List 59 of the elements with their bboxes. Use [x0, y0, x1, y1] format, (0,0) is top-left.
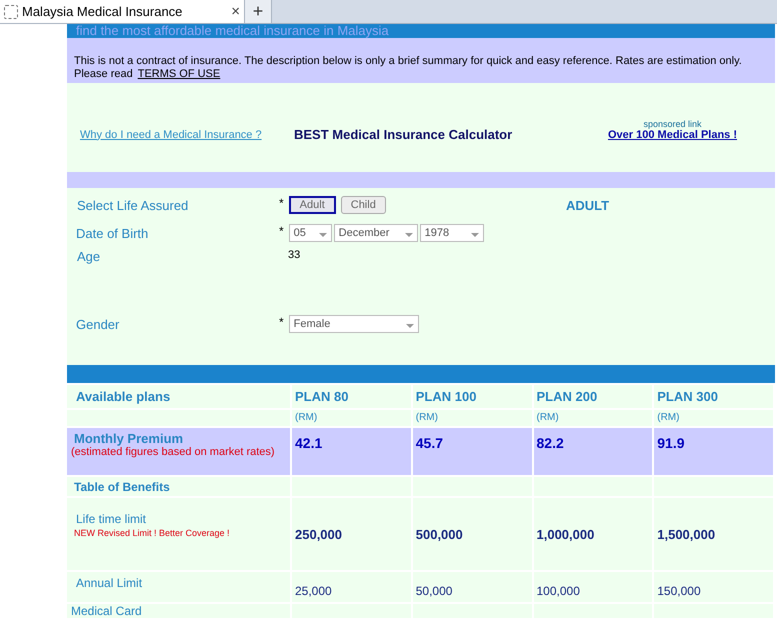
- caret-icon: [470, 233, 479, 237]
- row-label: Monthly Premium: [74, 431, 184, 446]
- read-prompt: Please read: [74, 68, 133, 81]
- sponsored-link[interactable]: Over 100 Medical Plans !: [608, 128, 738, 140]
- day-dropdown[interactable]: 05: [288, 224, 332, 242]
- table-cell: 50,000: [412, 572, 532, 602]
- required-mark: *: [279, 315, 284, 329]
- age-value: 33: [288, 249, 300, 261]
- table-cell: 42.1: [292, 428, 411, 475]
- table-cell: 45.7: [412, 428, 532, 475]
- table-cell: 82.2: [534, 428, 652, 475]
- table-cell: PLAN 200: [534, 385, 652, 408]
- month-dropdown[interactable]: December: [334, 224, 418, 242]
- table-cell: (RM): [412, 410, 532, 426]
- disclaimer-text: This is not a contract of insurance. The description below is only a brief summary for quick and easy reference. Rates are estimation only.: [74, 55, 742, 67]
- table-cell: 250,000: [292, 498, 411, 570]
- caret-icon: [406, 324, 414, 328]
- row-note: NEW Revised Limit ! Better Coverage !: [74, 528, 231, 538]
- caret-icon: [404, 233, 413, 237]
- field-label: Age: [76, 249, 102, 264]
- row-label: Life time limit: [76, 512, 148, 526]
- table-cell: (RM): [654, 410, 773, 426]
- terms-link[interactable]: TERMS OF USE: [138, 68, 220, 81]
- tab-title: Malaysia Medical Insurance: [22, 4, 184, 19]
- table-cell: PLAN 100: [412, 385, 532, 408]
- page-icon: [4, 4, 18, 18]
- table-cell: 150,000: [654, 572, 773, 602]
- sponsored-label: sponsored link: [643, 118, 702, 128]
- table-cell: 25,000: [292, 572, 411, 602]
- close-tab-button[interactable]: ×: [231, 3, 240, 20]
- option-button[interactable]: Adult: [288, 196, 336, 214]
- browser-tab[interactable]: Malaysia Medical Insurance ×: [0, 0, 245, 23]
- gender-dropdown[interactable]: Female: [288, 315, 419, 333]
- year-dropdown[interactable]: 1978: [420, 224, 484, 242]
- table-cell: (RM): [292, 410, 411, 426]
- calculator-title: BEST Medical Insurance Calculator: [294, 127, 514, 142]
- selected-type: ADULT: [566, 198, 610, 212]
- table-cell: PLAN 80: [292, 385, 411, 408]
- table-cell: 1,500,000: [654, 498, 773, 570]
- row-note: (estimated figures based on market rates): [71, 446, 276, 458]
- table-cell: 100,000: [534, 572, 652, 602]
- table-cell: PLAN 300: [654, 385, 773, 408]
- table-cell: (RM): [534, 410, 652, 426]
- option-button[interactable]: Child: [340, 196, 386, 214]
- table-cell: Table of Benefits: [67, 477, 290, 496]
- caret-icon: [318, 233, 327, 237]
- required-mark: *: [279, 196, 284, 210]
- table-cell: 500,000: [412, 498, 532, 570]
- table-cell: Available plans: [67, 385, 290, 408]
- required-mark: *: [279, 224, 284, 238]
- table-cell: 91.9: [654, 428, 773, 475]
- row-label: Annual Limit: [76, 576, 144, 590]
- field-label: Select Life Assured: [76, 198, 190, 212]
- field-label: Gender: [75, 316, 120, 332]
- tagline: find the most affordable medical insurance in Malaysia: [76, 23, 389, 38]
- table-cell: Medical Card: [67, 604, 290, 618]
- table-cell: 1,000,000: [534, 498, 652, 570]
- field-label: Date of Birth: [75, 226, 150, 240]
- new-tab-button[interactable]: +: [245, 0, 272, 23]
